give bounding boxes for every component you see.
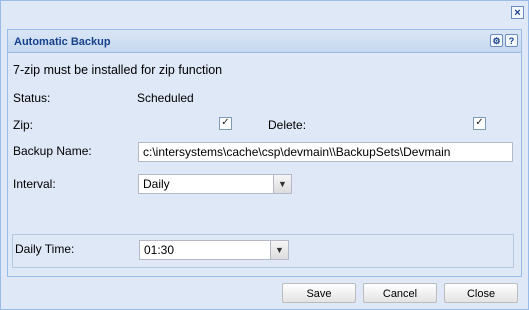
save-button[interactable]: Save bbox=[282, 283, 356, 303]
backup-name-input[interactable] bbox=[138, 142, 513, 162]
delete-label: Delete: bbox=[268, 118, 307, 132]
help-icon[interactable]: ? bbox=[505, 34, 518, 47]
daily-time-select[interactable]: 01:30 ▼ bbox=[139, 240, 289, 260]
close-button[interactable]: Close bbox=[444, 283, 518, 303]
cancel-button[interactable]: Cancel bbox=[363, 283, 437, 303]
panel-title: Automatic Backup bbox=[14, 36, 111, 48]
interval-label: Interval: bbox=[13, 177, 56, 191]
close-icon[interactable]: × bbox=[511, 6, 524, 19]
button-bar: Save Cancel Close bbox=[1, 278, 528, 309]
chevron-down-icon[interactable]: ▼ bbox=[273, 175, 291, 193]
panel-tools: ⚙ ? bbox=[490, 34, 518, 47]
backup-name-label: Backup Name: bbox=[13, 144, 92, 158]
daily-time-value: 01:30 bbox=[144, 243, 175, 257]
gear-icon[interactable]: ⚙ bbox=[490, 34, 503, 47]
zip-label: Zip: bbox=[13, 118, 34, 132]
zip-requirement-note: 7-zip must be installed for zip function bbox=[13, 63, 223, 77]
check-icon: ✓ bbox=[475, 117, 484, 128]
interval-value: Daily bbox=[143, 177, 170, 191]
check-icon: ✓ bbox=[221, 117, 230, 128]
automatic-backup-window: × Automatic Backup ⚙ ? 7-zip must be ins… bbox=[0, 0, 529, 310]
status-value: Scheduled bbox=[137, 91, 194, 105]
zip-checkbox[interactable]: ✓ bbox=[219, 117, 232, 130]
daily-time-fieldset: Daily Time: 01:30 ▼ bbox=[12, 234, 514, 268]
daily-time-label: Daily Time: bbox=[15, 242, 75, 256]
delete-checkbox[interactable]: ✓ bbox=[473, 117, 486, 130]
status-label: Status: bbox=[13, 91, 51, 105]
panel-body: 7-zip must be installed for zip function… bbox=[8, 53, 521, 276]
interval-select[interactable]: Daily ▼ bbox=[138, 174, 292, 194]
chevron-down-icon[interactable]: ▼ bbox=[270, 241, 288, 259]
automatic-backup-panel: Automatic Backup ⚙ ? 7-zip must be insta… bbox=[7, 29, 522, 277]
panel-header: Automatic Backup ⚙ ? bbox=[8, 30, 521, 53]
